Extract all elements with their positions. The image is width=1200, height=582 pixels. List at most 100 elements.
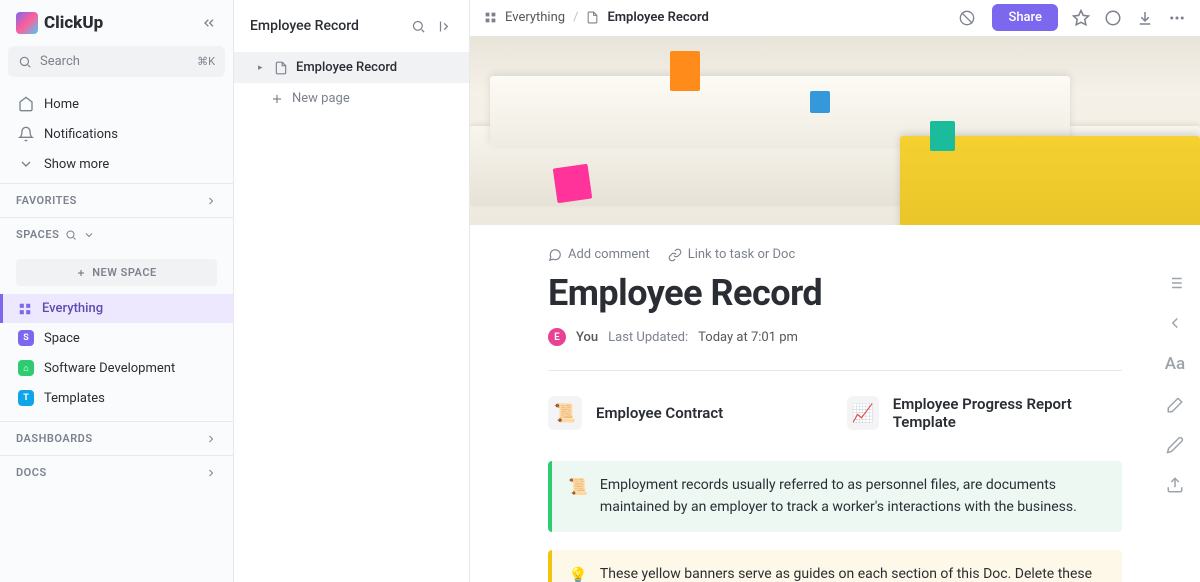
nav-notifications[interactable]: Notifications <box>0 119 233 149</box>
typography-icon[interactable]: Aa <box>1165 354 1185 374</box>
byline: E You Last Updated: Today at 7:01 pm <box>548 328 1122 346</box>
export-icon[interactable] <box>1166 476 1184 494</box>
breadcrumb-current[interactable]: Employee Record <box>607 10 708 25</box>
doc-title[interactable]: Employee Record <box>548 272 1122 314</box>
space-space[interactable]: S Space <box>0 323 233 353</box>
space-badge-icon: ⌂ <box>18 360 34 376</box>
chevron-down-icon[interactable] <box>83 229 95 241</box>
new-page-button[interactable]: New page <box>234 83 469 114</box>
primary-nav: Home Notifications Show more <box>0 85 233 183</box>
chevron-down-icon <box>18 156 34 172</box>
card-employee-contract[interactable]: 📜 Employee Contract <box>548 395 823 431</box>
chevron-right-icon <box>205 467 217 479</box>
magic-icon[interactable] <box>1166 396 1184 414</box>
logo-text: ClickUp <box>44 13 103 33</box>
home-icon <box>18 96 34 112</box>
space-everything-label: Everything <box>42 301 103 316</box>
space-templates-label: Templates <box>44 391 105 406</box>
back-icon[interactable] <box>1166 314 1184 332</box>
scroll-icon: 📜 <box>568 475 588 518</box>
nav-home-label: Home <box>44 97 79 112</box>
section-spaces-label: SPACES <box>16 228 59 241</box>
search-input[interactable]: Search ⌘K <box>8 46 225 77</box>
link-icon <box>668 248 682 262</box>
author-label[interactable]: You <box>576 330 598 345</box>
caret-icon[interactable]: ▸ <box>258 63 266 73</box>
nav-notifications-label: Notifications <box>44 127 118 142</box>
collapse-panel-icon[interactable] <box>438 19 453 34</box>
section-dashboards-label: DASHBOARDS <box>16 432 93 445</box>
cover-image[interactable] <box>470 36 1200 225</box>
avatar[interactable]: E <box>548 328 566 346</box>
breadcrumb-root[interactable]: Everything <box>505 10 565 25</box>
bell-icon <box>18 126 34 142</box>
edit-icon[interactable] <box>1166 436 1184 454</box>
add-comment-button[interactable]: Add comment <box>548 247 650 262</box>
card-contract-label: Employee Contract <box>596 404 723 422</box>
card-progress-report[interactable]: 📈 Employee Progress Report Template <box>847 395 1122 431</box>
doc-tree-header: Employee Record <box>234 0 469 52</box>
chart-icon: 📈 <box>847 396 879 430</box>
outline-icon[interactable] <box>1166 274 1184 292</box>
section-favorites[interactable]: FAVORITES <box>0 183 233 217</box>
section-favorites-label: FAVORITES <box>16 194 77 207</box>
page-icon <box>586 11 599 24</box>
nav-home[interactable]: Home <box>0 89 233 119</box>
doc-tree-panel: Employee Record ▸ Employee Record New pa… <box>234 0 470 582</box>
topbar: Everything / Employee Record Share <box>470 0 1200 36</box>
section-docs[interactable]: DOCS <box>0 455 233 489</box>
grid-icon <box>18 302 32 316</box>
space-everything[interactable]: Everything <box>0 294 233 323</box>
new-space-label: NEW SPACE <box>92 266 156 279</box>
info-banner-green: 📜 Employment records usually referred to… <box>548 461 1122 532</box>
star-icon[interactable] <box>1072 9 1090 27</box>
grid-icon <box>484 11 497 24</box>
share-button[interactable]: Share <box>992 4 1058 31</box>
topbar-actions: Share <box>956 4 1186 31</box>
link-task-button[interactable]: Link to task or Doc <box>668 247 796 262</box>
meta-actions: Add comment Link to task or Doc <box>548 247 1122 262</box>
search-icon[interactable] <box>411 19 426 34</box>
comment-icon <box>548 248 562 262</box>
search-icon <box>18 55 32 69</box>
card-progress-label: Employee Progress Report Template <box>893 395 1122 431</box>
scroll-icon: 📜 <box>548 396 582 430</box>
more-icon[interactable] <box>1168 9 1186 27</box>
logo-mark-icon <box>16 12 38 34</box>
nav-show-more[interactable]: Show more <box>0 149 233 179</box>
sidebar-header: ClickUp <box>0 0 233 46</box>
link-task-label: Link to task or Doc <box>688 247 796 262</box>
search-placeholder: Search <box>40 54 80 69</box>
space-templates[interactable]: T Templates <box>0 383 233 413</box>
new-space-button[interactable]: NEW SPACE <box>16 259 217 286</box>
floating-toolbar: Aa <box>1150 274 1200 494</box>
new-page-label: New page <box>292 91 350 106</box>
info-banner-green-text: Employment records usually referred to a… <box>600 475 1106 518</box>
space-softdev-label: Software Development <box>44 361 175 376</box>
section-spaces[interactable]: SPACES <box>0 217 233 251</box>
breadcrumb-separator: / <box>573 10 578 25</box>
add-comment-label: Add comment <box>568 247 650 262</box>
bulb-icon: 💡 <box>568 564 588 582</box>
nav-show-more-label: Show more <box>44 157 109 172</box>
plus-icon <box>270 92 284 106</box>
page-icon <box>274 61 288 75</box>
section-dashboards[interactable]: DASHBOARDS <box>0 421 233 455</box>
space-software-development[interactable]: ⌂ Software Development <box>0 353 233 383</box>
search-shortcut: ⌘K <box>197 55 215 68</box>
comment-icon[interactable] <box>1104 9 1122 27</box>
collapse-sidebar-icon[interactable] <box>201 15 217 31</box>
info-banner-yellow: 💡 These yellow banners serve as guides o… <box>548 550 1122 582</box>
logo[interactable]: ClickUp <box>16 12 103 34</box>
download-icon[interactable] <box>1136 9 1154 27</box>
divider <box>548 370 1122 371</box>
plus-icon <box>76 268 86 278</box>
left-sidebar: ClickUp Search ⌘K Home Notifications Sho… <box>0 0 234 582</box>
search-icon[interactable] <box>65 229 77 241</box>
space-space-label: Space <box>44 331 80 346</box>
chevron-right-icon <box>205 433 217 445</box>
space-badge-icon: T <box>18 390 34 406</box>
doc-row-root[interactable]: ▸ Employee Record <box>234 52 469 83</box>
doc-row-root-label: Employee Record <box>296 60 397 75</box>
clear-icon[interactable] <box>956 7 978 29</box>
